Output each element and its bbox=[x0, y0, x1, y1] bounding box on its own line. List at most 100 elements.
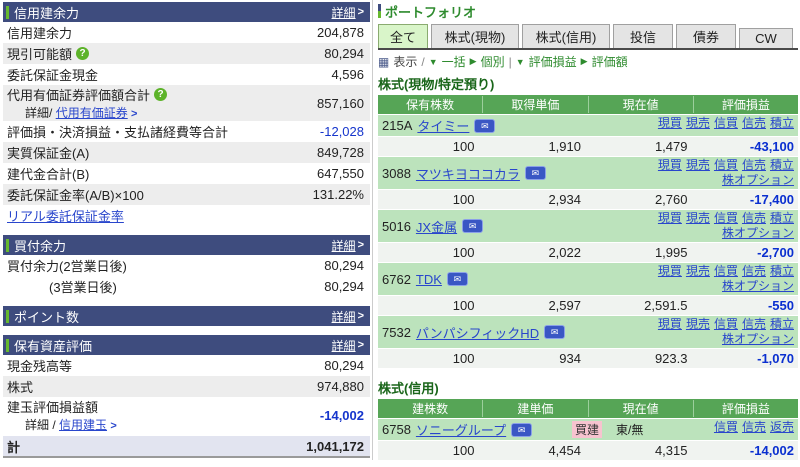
spot-table-label: 株式(現物/特定預り) bbox=[378, 77, 495, 92]
margin-sell-link[interactable]: 信売 bbox=[742, 158, 766, 172]
tab-stock-spot[interactable]: 株式(現物) bbox=[431, 24, 519, 48]
margin-sell-link[interactable]: 信売 bbox=[742, 317, 766, 331]
margin-buy-link[interactable]: 信買 bbox=[714, 158, 738, 172]
accumulate-link[interactable]: 積立 bbox=[770, 158, 794, 172]
row-label: 実質保証金(A) bbox=[7, 146, 90, 161]
bulk-link[interactable]: 一括 bbox=[442, 53, 466, 70]
stock-header-row: 6758 ソニーグループ ✉ 買建 東/無 信買 信売 返売 bbox=[378, 418, 798, 440]
table-icon: ▦ bbox=[378, 54, 390, 69]
accumulate-link[interactable]: 積立 bbox=[770, 116, 794, 130]
cash-sell-link[interactable]: 現売 bbox=[686, 158, 710, 172]
stock-name-link[interactable]: ソニーグループ bbox=[416, 420, 506, 439]
pl-value: -2,700 bbox=[757, 245, 794, 260]
mail-icon[interactable]: ✉ bbox=[446, 272, 468, 286]
separator: | bbox=[508, 54, 512, 69]
margin-positions-link[interactable]: 信用建玉 bbox=[59, 418, 107, 432]
stock-option-link[interactable]: 株オプション bbox=[722, 332, 794, 346]
margin-sell-link[interactable]: 信売 bbox=[742, 211, 766, 225]
tab-cw[interactable]: CW bbox=[739, 28, 793, 48]
margin-buy-link[interactable]: 信買 bbox=[714, 420, 738, 434]
cash-sell-link[interactable]: 現売 bbox=[686, 211, 710, 225]
repay-sell-link[interactable]: 返売 bbox=[770, 420, 794, 434]
cash-sell-link[interactable]: 現売 bbox=[686, 317, 710, 331]
col-header-pl: 評価損益 bbox=[692, 96, 798, 113]
stock-name-link[interactable]: タイミー bbox=[417, 116, 469, 135]
mail-icon[interactable]: ✉ bbox=[524, 166, 546, 180]
cash-buy-link[interactable]: 現買 bbox=[658, 211, 682, 225]
accent-bar bbox=[378, 4, 381, 18]
stock-option-link[interactable]: 株オプション bbox=[722, 226, 794, 240]
row-value-negative: -12,028 bbox=[319, 124, 364, 139]
section-title: 信用建余力 bbox=[14, 5, 80, 21]
tab-funds[interactable]: 投信 bbox=[613, 24, 673, 48]
help-icon[interactable]: ? bbox=[76, 47, 90, 60]
section-header: 信用建余力 詳細 > bbox=[3, 2, 370, 22]
separator: / bbox=[421, 54, 425, 69]
mail-icon[interactable]: ✉ bbox=[511, 422, 533, 437]
accumulate-link[interactable]: 積立 bbox=[770, 211, 794, 225]
stock-name-link[interactable]: パンパシフィックHD bbox=[416, 323, 539, 342]
section-header: 買付余力 詳細 > bbox=[3, 235, 370, 255]
section-title: ポイント数 bbox=[14, 309, 80, 325]
detail-link[interactable]: 詳細 bbox=[332, 337, 356, 354]
detail-link[interactable]: 詳細 bbox=[332, 237, 356, 254]
mail-icon[interactable]: ✉ bbox=[544, 325, 566, 339]
row-label: 信用建余力 bbox=[7, 26, 73, 41]
collateral-securities-link[interactable]: 代用有価証券 bbox=[56, 106, 128, 120]
stock-value-row: 100 4,454 4,315 -14,002 bbox=[378, 440, 798, 460]
data-row: 信用建余力 204,878 bbox=[3, 22, 370, 43]
margin-buy-link[interactable]: 信買 bbox=[714, 317, 738, 331]
mail-icon[interactable]: ✉ bbox=[474, 118, 496, 133]
valuation-view-link[interactable]: 評価額 bbox=[592, 53, 628, 70]
row-value: 80,294 bbox=[324, 279, 364, 294]
accumulate-link[interactable]: 積立 bbox=[770, 317, 794, 331]
cash-sell-link[interactable]: 現売 bbox=[686, 264, 710, 278]
stock-name-link[interactable]: マツキヨココカラ bbox=[416, 164, 520, 183]
tab-stock-margin[interactable]: 株式(信用) bbox=[522, 24, 610, 48]
stock-name-link[interactable]: JX金属 bbox=[416, 217, 457, 236]
real-margin-rate-link[interactable]: リアル委託保証金率 bbox=[7, 206, 124, 225]
col-header-price: 現在値 bbox=[587, 96, 693, 113]
section-buying-power: 買付余力 詳細 > 買付余力(2営業日後) 80,294 (3営業日後) 80,… bbox=[3, 235, 370, 297]
account-summary-panel: 信用建余力 詳細 > 信用建余力 204,878 現引可能額? 80,294 委… bbox=[3, 2, 370, 467]
margin-sell-link[interactable]: 信売 bbox=[742, 116, 766, 130]
mail-icon[interactable]: ✉ bbox=[462, 219, 484, 233]
individual-link[interactable]: 個別 bbox=[481, 53, 505, 70]
detail-link[interactable]: 詳細 bbox=[332, 308, 356, 325]
row-label: 評価損・決済損益・支払諸経費等合計 bbox=[7, 125, 229, 140]
row-value: 647,550 bbox=[317, 166, 364, 181]
stock-option-link[interactable]: 株オプション bbox=[722, 279, 794, 293]
margin-buy-link[interactable]: 信買 bbox=[714, 116, 738, 130]
cash-buy-link[interactable]: 現買 bbox=[658, 158, 682, 172]
accumulate-link[interactable]: 積立 bbox=[770, 264, 794, 278]
cash-buy-link[interactable]: 現買 bbox=[658, 317, 682, 331]
stock-value-row: 100 2,934 2,760 -17,400 bbox=[378, 189, 798, 209]
detail-link[interactable]: 詳細 bbox=[332, 4, 356, 21]
row-label: 建玉評価損益額 bbox=[7, 400, 99, 415]
margin-buy-link[interactable]: 信買 bbox=[714, 211, 738, 225]
help-icon[interactable]: ? bbox=[154, 88, 168, 101]
margin-table-label: 株式(信用) bbox=[378, 381, 439, 396]
price-value: 1,995 bbox=[654, 245, 688, 260]
margin-sell-link[interactable]: 信売 bbox=[742, 264, 766, 278]
data-row: 買付余力(2営業日後) 80,294 bbox=[3, 255, 370, 276]
cash-sell-link[interactable]: 現売 bbox=[686, 116, 710, 130]
data-row: 現金残高等 80,294 bbox=[3, 355, 370, 376]
chevron-right-icon: > bbox=[357, 239, 364, 251]
data-row: 実質保証金(A) 849,728 bbox=[3, 142, 370, 163]
stock-option-link[interactable]: 株オプション bbox=[722, 173, 794, 187]
tab-all[interactable]: 全て bbox=[378, 24, 428, 48]
stock-code: 6762 bbox=[382, 271, 411, 287]
data-row: 株式 974,880 bbox=[3, 376, 370, 397]
pl-value: -43,100 bbox=[749, 139, 794, 154]
stock-name-link[interactable]: TDK bbox=[416, 272, 442, 287]
margin-buy-link[interactable]: 信買 bbox=[714, 264, 738, 278]
tab-bonds[interactable]: 債券 bbox=[676, 24, 736, 48]
pl-view-link[interactable]: 評価損益 bbox=[529, 53, 577, 70]
pl-value: -14,002 bbox=[749, 443, 794, 458]
col-header-qty: 保有株数 bbox=[406, 98, 455, 112]
margin-sell-link[interactable]: 信売 bbox=[742, 420, 766, 434]
cash-buy-link[interactable]: 現買 bbox=[658, 264, 682, 278]
sub-prefix: 詳細/ bbox=[25, 106, 53, 120]
cash-buy-link[interactable]: 現買 bbox=[658, 116, 682, 130]
